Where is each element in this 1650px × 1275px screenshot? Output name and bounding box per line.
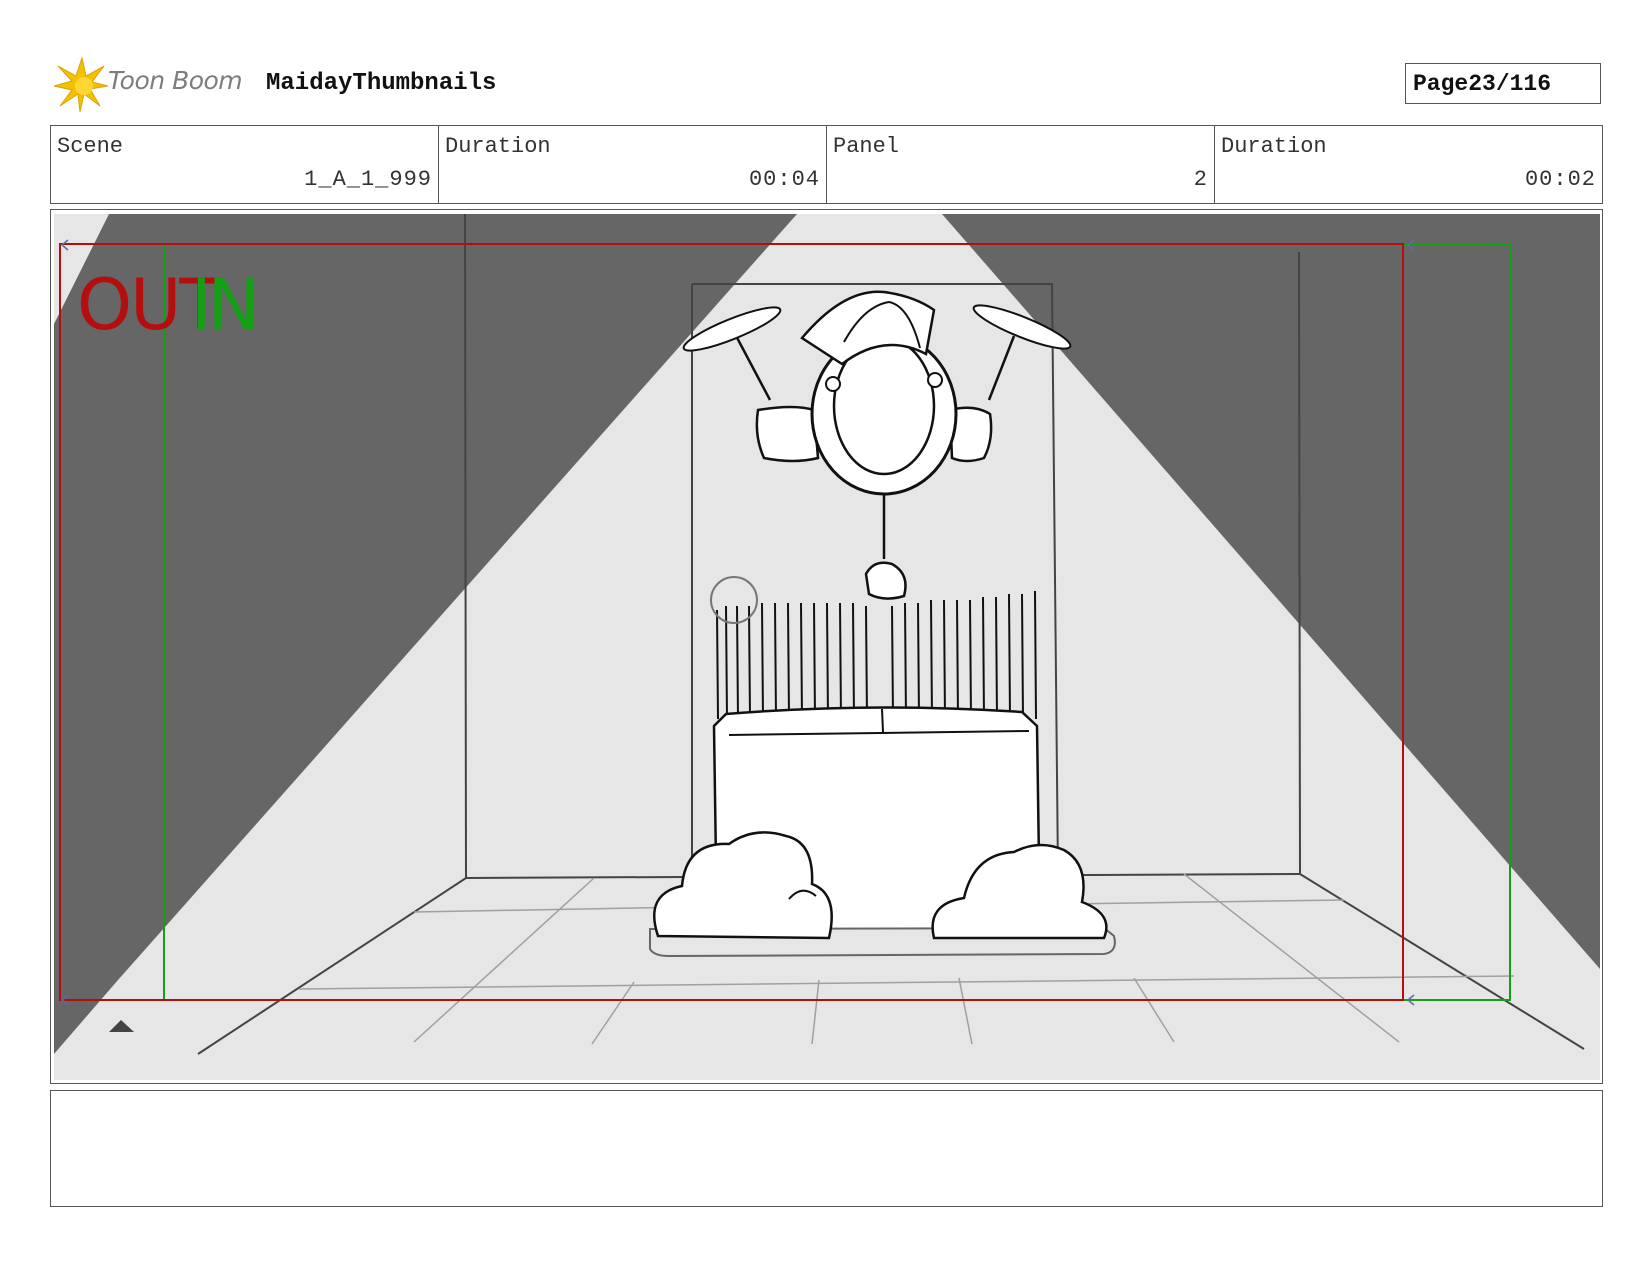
panel-value: 2 — [1193, 167, 1208, 192]
scene-label: Scene — [57, 134, 124, 159]
project-title: MaidayThumbnails — [266, 70, 497, 97]
scene-duration-value: 00:04 — [748, 167, 820, 192]
logo-text: Toon Boom — [108, 66, 243, 95]
panel-drawing — [54, 214, 1600, 1080]
panel-label: Panel — [833, 134, 900, 159]
scene-cell: Scene 1_A_1_999 — [51, 126, 439, 203]
page-number: 23/116 — [1468, 70, 1552, 97]
panel-notes-box — [50, 1090, 1603, 1207]
scene-value: 1_A_1_999 — [304, 167, 432, 192]
page-label: Page — [1413, 70, 1469, 97]
in-label: IN — [191, 264, 260, 346]
panel-duration-cell: Duration 00:02 — [1215, 126, 1602, 203]
scene-duration-cell: Duration 00:04 — [439, 126, 827, 203]
storyboard-panel: OUT IN — [50, 209, 1603, 1084]
starburst-icon — [53, 56, 108, 112]
panel-duration-value: 00:02 — [1524, 167, 1596, 192]
toon-boom-logo: Toon Boom — [52, 56, 252, 112]
panel-cell: Panel 2 — [827, 126, 1215, 203]
scene-duration-label: Duration — [445, 134, 551, 159]
scene-info-table: Scene 1_A_1_999 Duration 00:04 Panel 2 D… — [50, 125, 1603, 204]
page-indicator: Page 23/116 — [1405, 63, 1601, 104]
panel-duration-label: Duration — [1221, 134, 1327, 159]
